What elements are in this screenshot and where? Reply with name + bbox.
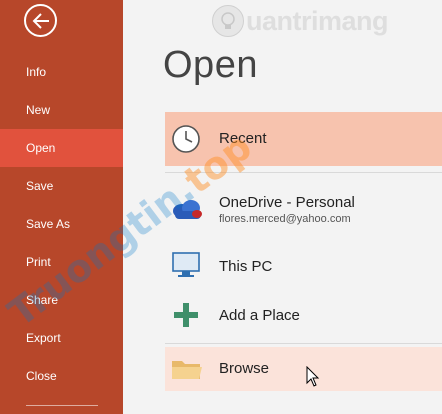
- location-add-place[interactable]: Add a Place: [165, 290, 442, 340]
- location-browse-label: Browse: [219, 360, 270, 377]
- back-button[interactable]: [24, 4, 57, 37]
- clock-icon: [172, 125, 200, 153]
- plus-icon: [174, 303, 198, 327]
- backstage-sidebar: Info New Open Save Save As Print Share E…: [0, 0, 123, 414]
- location-this-pc-label: This PC: [219, 258, 273, 275]
- separator: [165, 343, 442, 344]
- location-this-pc[interactable]: This PC: [165, 240, 442, 290]
- computer-icon: [172, 252, 200, 277]
- separator: [165, 172, 442, 173]
- sidebar-divider: [26, 405, 98, 406]
- onedrive-cloud-icon: [173, 200, 202, 219]
- lightbulb-icon: [212, 5, 244, 37]
- back-arrow-icon: [32, 12, 49, 29]
- location-add-place-label: Add a Place: [219, 307, 300, 324]
- nav-close[interactable]: Close: [0, 357, 123, 395]
- mouse-cursor-icon: [306, 366, 320, 387]
- open-pane: Open Recent OneDrive - Personal flores.m…: [123, 0, 442, 414]
- watermark-logo: uantrimang: [212, 4, 437, 38]
- nav-export[interactable]: Export: [0, 319, 123, 357]
- location-recent-label: Recent: [219, 130, 267, 147]
- location-onedrive-account: flores.merced@yahoo.com: [219, 213, 351, 225]
- nav-open[interactable]: Open: [0, 129, 123, 167]
- nav-share[interactable]: Share: [0, 281, 123, 319]
- nav-print[interactable]: Print: [0, 243, 123, 281]
- location-browse[interactable]: Browse: [165, 347, 442, 391]
- location-recent[interactable]: Recent: [165, 112, 442, 166]
- folder-icon: [172, 361, 202, 379]
- location-onedrive[interactable]: OneDrive - Personal flores.merced@yahoo.…: [165, 186, 442, 236]
- page-title: Open: [163, 44, 258, 86]
- nav-save-as[interactable]: Save As: [0, 205, 123, 243]
- nav-new[interactable]: New: [0, 91, 123, 129]
- nav-info[interactable]: Info: [0, 53, 123, 91]
- watermark-logo-text: uantrimang: [246, 5, 389, 36]
- nav-save[interactable]: Save: [0, 167, 123, 205]
- location-onedrive-label: OneDrive - Personal: [219, 194, 355, 211]
